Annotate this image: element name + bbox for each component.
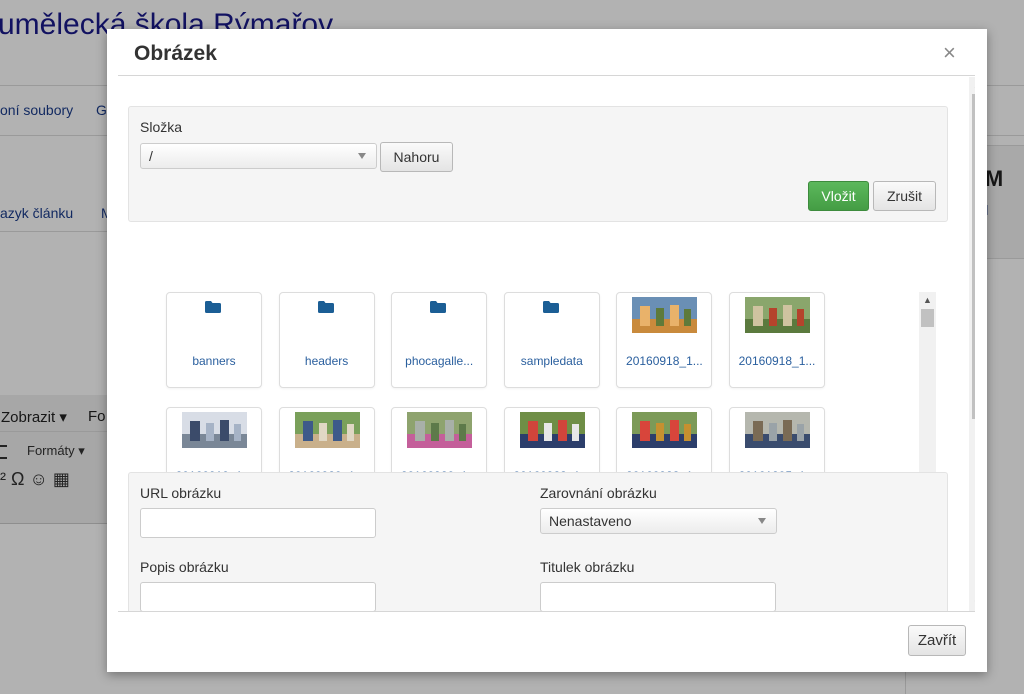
image-properties-panel: URL obrázku Zarovnání obrázku Nenastaven… [128,472,948,611]
title-label: Titulek obrázku [540,559,635,575]
divider [118,611,975,612]
url-label: URL obrázku [140,485,222,501]
align-select-value: Nenastaveno [549,513,632,529]
insert-button[interactable]: Vložit [808,181,869,211]
image-dialog: Obrázek × Složka / Nahoru Vložit Zrušit … [107,29,987,672]
image-thumbnail [519,412,585,448]
folder-icon [430,301,447,313]
divider [118,75,975,76]
folder-select-value: / [149,148,153,164]
scroll-up-icon[interactable]: ▲ [969,77,975,93]
image-thumbnail [632,297,698,333]
folder-tile[interactable]: headers [278,292,375,388]
file-name: phocagalle... [405,354,474,368]
close-icon[interactable]: × [943,41,956,65]
scrollbar-thumb[interactable] [972,94,975,419]
alt-input[interactable] [140,582,376,611]
align-label: Zarovnání obrázku [540,485,657,501]
align-select[interactable]: Nenastaveno [540,508,777,534]
dialog-body: Složka / Nahoru Vložit Zrušit banners hea… [118,77,975,611]
folder-icon [542,301,559,313]
cancel-button[interactable]: Zrušit [873,181,936,211]
folder-tile[interactable]: sampledata [503,292,600,388]
image-thumbnail [294,412,360,448]
url-input[interactable] [140,508,376,538]
folder-label: Složka [140,119,183,135]
image-tile[interactable]: 20160918_1... [616,292,713,388]
up-button[interactable]: Nahoru [380,142,453,172]
image-thumbnail [745,412,810,448]
folder-tile[interactable]: phocagalle... [391,292,488,388]
folder-icon [317,301,334,313]
file-name: banners [192,354,236,368]
dialog-scrollbar[interactable]: ▲ ▼ [969,77,975,611]
folder-select[interactable]: / [140,143,377,169]
image-thumbnail [745,297,810,333]
image-tile[interactable]: 20160918_1... [729,292,825,388]
scroll-down-icon[interactable]: ▼ [969,595,975,611]
image-thumbnail [632,412,698,448]
scrollbar-thumb[interactable] [921,309,934,327]
folder-panel: Složka / Nahoru Vložit Zrušit [128,106,948,222]
file-name: sampledata [520,354,583,368]
folder-tile[interactable]: banners [166,292,262,388]
folder-icon [205,301,221,313]
alt-label: Popis obrázku [140,559,229,575]
chevron-down-icon [358,153,366,159]
image-thumbnail [182,412,247,448]
chevron-down-icon [758,518,766,524]
file-name: 20160918_1... [626,354,703,368]
image-thumbnail [407,412,473,448]
dialog-title: Obrázek [134,42,217,65]
close-button[interactable]: Zavřít [908,625,966,656]
file-name: 20160918_1... [738,354,816,368]
title-input[interactable] [540,582,776,611]
scroll-up-icon[interactable]: ▲ [919,292,936,308]
file-name: headers [304,354,349,368]
